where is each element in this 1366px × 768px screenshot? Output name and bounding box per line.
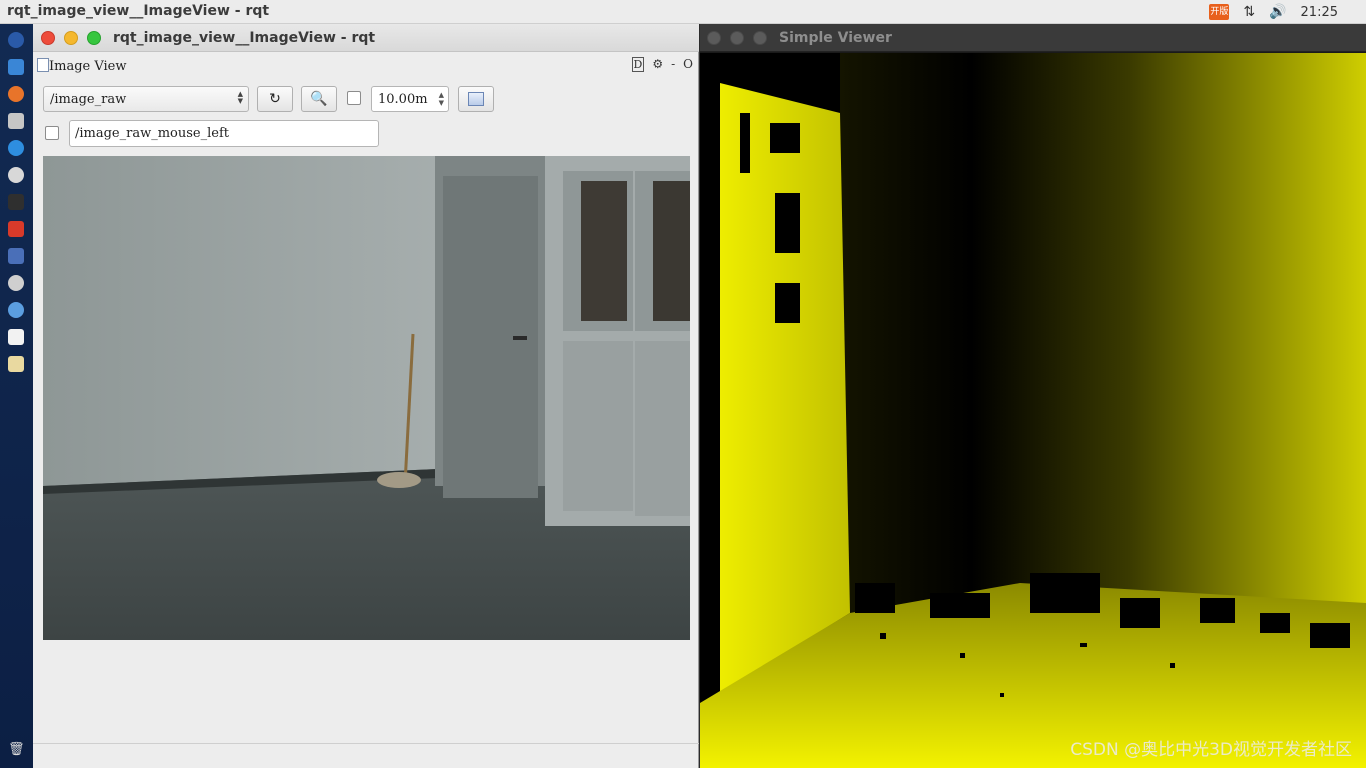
files-icon[interactable] xyxy=(8,59,24,75)
topic-select-value: /image_raw xyxy=(50,92,127,107)
volume-icon[interactable]: 🔊 xyxy=(1269,4,1286,20)
clock[interactable]: 21:25 xyxy=(1301,5,1338,20)
refresh-topics-button[interactable]: ↻ xyxy=(257,86,293,112)
smooth-scaling-checkbox[interactable] xyxy=(347,91,361,105)
max-range-spinbox[interactable]: 10.00m ▲ ▼ xyxy=(371,86,449,112)
save-image-button[interactable] xyxy=(458,86,494,112)
mouse-publish-row: /image_raw_mouse_left xyxy=(43,120,693,147)
close-button[interactable] xyxy=(41,31,55,45)
watermark-text: CSDN @奥比中光3D视觉开发者社区 xyxy=(1070,740,1352,760)
ubuntu-dash-icon[interactable] xyxy=(8,32,24,48)
depth-image xyxy=(700,53,1366,768)
compass-icon[interactable] xyxy=(8,275,24,291)
plugin-title: Image View xyxy=(49,59,127,74)
image-view-plugin-icon xyxy=(37,58,49,72)
max-range-value: 10.00m xyxy=(378,92,428,107)
software-center-icon[interactable] xyxy=(8,113,24,129)
sv-maximize-button[interactable] xyxy=(753,31,767,45)
mouse-topic-input[interactable]: /image_raw_mouse_left xyxy=(69,120,379,147)
publish-mouse-checkbox[interactable] xyxy=(45,126,59,140)
plugin-controls: D ⚙ - O xyxy=(631,57,693,72)
globe-icon[interactable] xyxy=(8,302,24,318)
image-view-toolbar: /image_raw ▲ ▼ ↻ 🔍 10.00m ▲ ▼ xyxy=(43,86,693,112)
network-icon[interactable]: ⇅ xyxy=(1243,4,1255,20)
app-store-icon[interactable] xyxy=(8,140,24,156)
simple-viewer-titlebar: Simple Viewer xyxy=(700,24,1366,52)
refresh-icon: ↻ xyxy=(269,91,281,107)
simple-viewer-title: Simple Viewer xyxy=(779,30,892,46)
rqt-window: rqt_image_view__ImageView - rqt Image Vi… xyxy=(33,24,699,768)
camera-image xyxy=(43,156,690,640)
spin-arrows-icon[interactable]: ▲ ▼ xyxy=(439,91,444,107)
document-icon[interactable] xyxy=(8,329,24,345)
depth-image-view[interactable]: CSDN @奥比中光3D视觉开发者社区 xyxy=(700,53,1366,768)
launcher-sidebar: 🗑 xyxy=(0,24,33,768)
rqt-window-title: rqt_image_view__ImageView - rqt xyxy=(113,30,376,46)
workspace-icon[interactable] xyxy=(8,248,24,264)
rqt-titlebar: rqt_image_view__ImageView - rqt xyxy=(33,24,699,52)
notes-icon[interactable] xyxy=(8,356,24,372)
terminal-icon[interactable] xyxy=(8,194,24,210)
sv-minimize-button[interactable] xyxy=(730,31,744,45)
maximize-button[interactable] xyxy=(87,31,101,45)
save-image-icon xyxy=(468,92,484,106)
camera-image-view[interactable] xyxy=(43,156,690,640)
plugin-settings-icon[interactable]: ⚙ xyxy=(652,57,663,72)
zoom-icon: 🔍 xyxy=(310,91,328,107)
top-menu-bar: rqt_image_view__ImageView - rqt 开版 ⇅ 🔊 2… xyxy=(0,0,1366,24)
simple-viewer-window: Simple Viewer CSDN @奥比中光3D视觉开发者社区 xyxy=(700,24,1366,768)
combo-arrows-icon: ▲ ▼ xyxy=(237,90,243,105)
active-window-title: rqt_image_view__ImageView - rqt xyxy=(7,3,270,19)
firefox-icon[interactable] xyxy=(8,86,24,102)
zoom-button[interactable]: 🔍 xyxy=(301,86,337,112)
input-method-icon[interactable]: 开版 xyxy=(1209,4,1230,20)
presentation-icon[interactable] xyxy=(8,221,24,237)
plugin-close-button[interactable]: O xyxy=(683,57,693,72)
plugin-header: Image View D ⚙ - O xyxy=(33,54,699,78)
sv-close-button[interactable] xyxy=(707,31,721,45)
trash-icon[interactable]: 🗑 xyxy=(8,742,25,760)
minimize-button[interactable] xyxy=(64,31,78,45)
dock-toggle-button[interactable]: D xyxy=(631,57,645,72)
status-divider xyxy=(33,743,699,744)
topic-select[interactable]: /image_raw ▲ ▼ xyxy=(43,86,249,112)
system-tray: 开版 ⇅ 🔊 21:25 xyxy=(1209,0,1366,24)
settings-icon[interactable] xyxy=(8,167,24,183)
plugin-minimize-button[interactable]: - xyxy=(671,57,675,72)
